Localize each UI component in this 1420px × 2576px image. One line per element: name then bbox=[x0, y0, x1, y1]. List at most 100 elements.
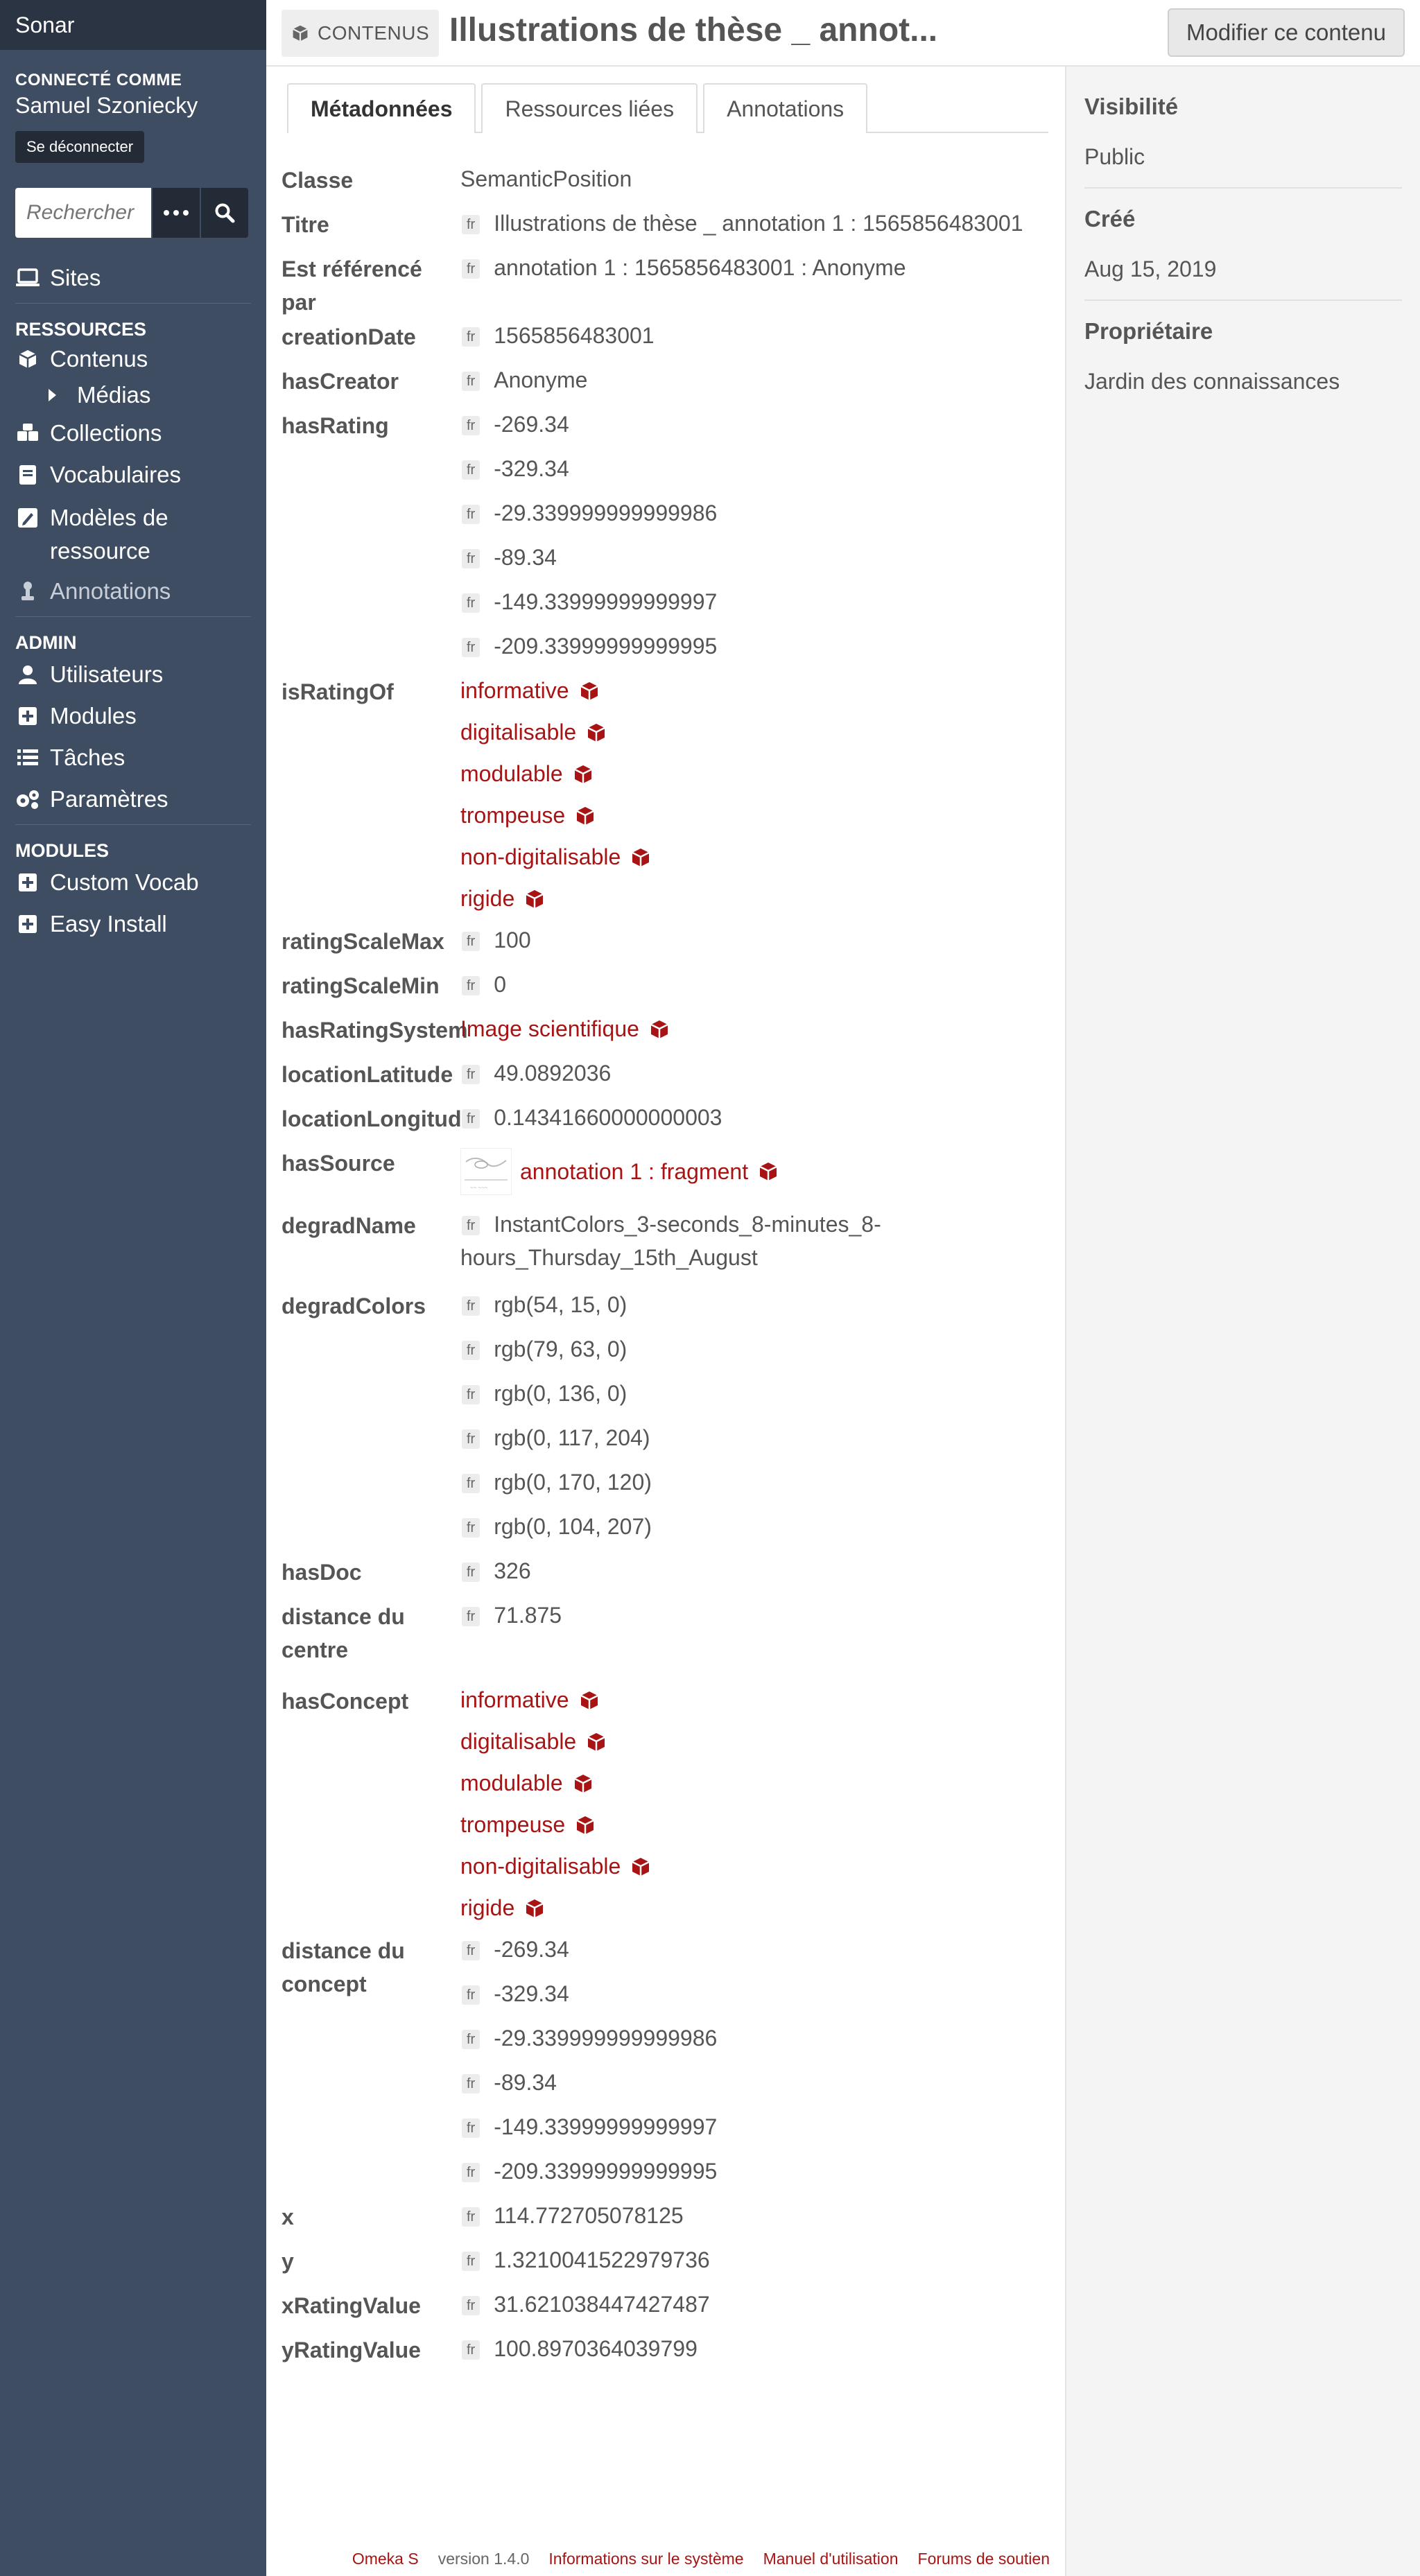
resource-cube-icon[interactable] bbox=[575, 806, 596, 826]
gears-icon bbox=[15, 787, 40, 812]
breadcrumb: CONTENUS bbox=[282, 10, 440, 57]
source-thumbnail[interactable]: ~~ ~~~ bbox=[460, 1148, 512, 1195]
footer-manual-link[interactable]: Manuel d'utilisation bbox=[763, 2550, 899, 2568]
laptop-icon bbox=[15, 266, 40, 290]
property-label: creationDate bbox=[282, 324, 416, 349]
language-tag: fr bbox=[462, 1109, 480, 1129]
property-value: SemanticPosition bbox=[460, 166, 632, 191]
property-est-reference-par: Est référencé par fr annotation 1 : 15658… bbox=[282, 251, 1051, 319]
property-value: -329.34 bbox=[494, 456, 569, 481]
resource-link[interactable]: annotation 1 : fragment bbox=[520, 1155, 748, 1188]
section-modules: MODULES bbox=[15, 840, 109, 861]
nav-modeles[interactable]: Modèles de ressource bbox=[0, 496, 266, 571]
resource-link[interactable]: modulable bbox=[460, 1766, 563, 1800]
resource-cube-icon[interactable] bbox=[649, 1019, 670, 1040]
search-submit-button[interactable] bbox=[200, 188, 248, 238]
property-y: y fr 1.3210041522979736 bbox=[282, 2243, 1051, 2288]
property-label: y bbox=[282, 2249, 294, 2274]
property-label: hasDoc bbox=[282, 1560, 362, 1585]
logout-button[interactable]: Se déconnecter bbox=[15, 131, 145, 163]
property-label: Classe bbox=[282, 168, 354, 193]
nav-annotations-label: Annotations bbox=[50, 578, 171, 604]
resource-cube-icon[interactable] bbox=[573, 1773, 594, 1794]
nav-medias[interactable]: Médias bbox=[0, 378, 266, 412]
resource-link[interactable]: rigide bbox=[460, 882, 514, 915]
language-tag: fr bbox=[462, 1216, 480, 1235]
property-value: 1565856483001 bbox=[494, 323, 655, 348]
resource-cube-icon[interactable] bbox=[575, 1815, 596, 1836]
property-has-creator: hasCreator fr Anonyme bbox=[282, 363, 1051, 408]
nav-parametres[interactable]: Paramètres bbox=[0, 778, 266, 820]
nav-collections[interactable]: Collections bbox=[0, 412, 266, 454]
nav-custom-vocab[interactable]: Custom Vocab bbox=[0, 862, 266, 903]
search-icon bbox=[215, 203, 235, 223]
property-label: locationLongitude bbox=[282, 1106, 474, 1131]
property-value: rgb(0, 136, 0) bbox=[494, 1381, 627, 1406]
tab-annotations[interactable]: Annotations bbox=[703, 83, 868, 133]
template-icon bbox=[15, 505, 40, 530]
resource-cube-icon[interactable] bbox=[579, 1690, 600, 1711]
resource-link[interactable]: informative bbox=[460, 1683, 569, 1716]
breadcrumb-label: CONTENUS bbox=[318, 22, 430, 44]
property-value-row: fr -329.34 bbox=[460, 1977, 1051, 2021]
resource-link[interactable]: digitalisable bbox=[460, 1725, 576, 1758]
nav-sites[interactable]: Sites bbox=[0, 257, 266, 299]
resource-link[interactable]: modulable bbox=[460, 757, 563, 790]
nav-contenus[interactable]: Contenus bbox=[0, 340, 266, 378]
property-value-row: trompeuse bbox=[460, 1808, 1051, 1850]
language-tag: fr bbox=[462, 2030, 480, 2049]
resource-cube-icon[interactable] bbox=[630, 847, 651, 868]
resource-cube-icon[interactable] bbox=[630, 1856, 651, 1877]
resource-link[interactable]: trompeuse bbox=[460, 799, 565, 832]
resource-link[interactable]: non-digitalisable bbox=[460, 1850, 621, 1883]
tab-metadonnees[interactable]: Métadonnées bbox=[287, 83, 476, 133]
property-label: isRatingOf bbox=[282, 679, 394, 704]
user-name[interactable]: Samuel Szoniecky bbox=[15, 93, 251, 119]
resource-cube-icon[interactable] bbox=[758, 1161, 779, 1182]
resource-cube-icon[interactable] bbox=[524, 889, 545, 910]
resource-link[interactable]: Image scientifique bbox=[460, 1012, 639, 1045]
search-input[interactable] bbox=[15, 188, 151, 238]
resource-cube-icon[interactable] bbox=[586, 722, 607, 743]
resource-cube-icon[interactable] bbox=[586, 1732, 607, 1752]
owner-heading: Propriétaire bbox=[1084, 318, 1213, 344]
resource-cube-icon[interactable] bbox=[524, 1898, 545, 1919]
footer-omeka-link[interactable]: Omeka S bbox=[352, 2550, 419, 2568]
section-tabs: Métadonnées Ressources liées Annotations bbox=[287, 83, 1048, 133]
svg-text:~~ ~~~: ~~ ~~~ bbox=[470, 1185, 488, 1191]
resource-cube-icon[interactable] bbox=[579, 681, 600, 702]
footer-system-info-link[interactable]: Informations sur le système bbox=[548, 2550, 743, 2568]
edit-item-button[interactable]: Modifier ce contenu bbox=[1168, 8, 1405, 57]
advanced-search-button[interactable] bbox=[151, 188, 200, 238]
property-has-rating-system: hasRatingSystem Image scientifique bbox=[282, 1012, 1051, 1056]
property-list: Classe SemanticPosition Titre fr Illustra… bbox=[282, 162, 1051, 2376]
resource-link[interactable]: rigide bbox=[460, 1891, 514, 1924]
nav-annotations[interactable]: Annotations bbox=[0, 571, 266, 612]
resource-link[interactable]: trompeuse bbox=[460, 1808, 565, 1841]
property-value: -209.33999999999995 bbox=[494, 634, 718, 659]
brand-title[interactable]: Sonar bbox=[0, 0, 266, 50]
property-value-row: fr -149.33999999999997 bbox=[460, 585, 1051, 629]
property-rating-scale-max: ratingScaleMax fr 100 bbox=[282, 923, 1051, 968]
nav-modules[interactable]: Modules bbox=[0, 695, 266, 737]
nav-collections-label: Collections bbox=[50, 420, 162, 446]
plus-square-icon bbox=[15, 912, 40, 937]
language-tag: fr bbox=[462, 1474, 480, 1493]
language-tag: fr bbox=[462, 416, 480, 435]
property-location-longitude: locationLongitude fr 0.14341660000000003 bbox=[282, 1101, 1051, 1145]
nav-vocabulaires[interactable]: Vocabulaires bbox=[0, 454, 266, 496]
nav-utilisateurs[interactable]: Utilisateurs bbox=[0, 654, 266, 695]
property-value-row: digitalisable bbox=[460, 1725, 1051, 1766]
resource-link[interactable]: non-digitalisable bbox=[460, 840, 621, 873]
language-tag: fr bbox=[462, 327, 480, 347]
property-value-continued: hours_Thursday_15th_August bbox=[460, 1245, 758, 1270]
resource-link[interactable]: informative bbox=[460, 674, 569, 707]
property-distance-du-concept: distance du concept fr -269.34 fr -329.34 fr -… bbox=[282, 1933, 1051, 2199]
resource-link[interactable]: digitalisable bbox=[460, 715, 576, 749]
footer-forums-link[interactable]: Forums de soutien bbox=[918, 2550, 1050, 2568]
tab-ressources-liees[interactable]: Ressources liées bbox=[481, 83, 698, 133]
nav-taches[interactable]: Tâches bbox=[0, 737, 266, 778]
nav-utilisateurs-label: Utilisateurs bbox=[50, 661, 164, 687]
nav-easy-install[interactable]: Easy Install bbox=[0, 903, 266, 945]
resource-cube-icon[interactable] bbox=[573, 764, 594, 785]
